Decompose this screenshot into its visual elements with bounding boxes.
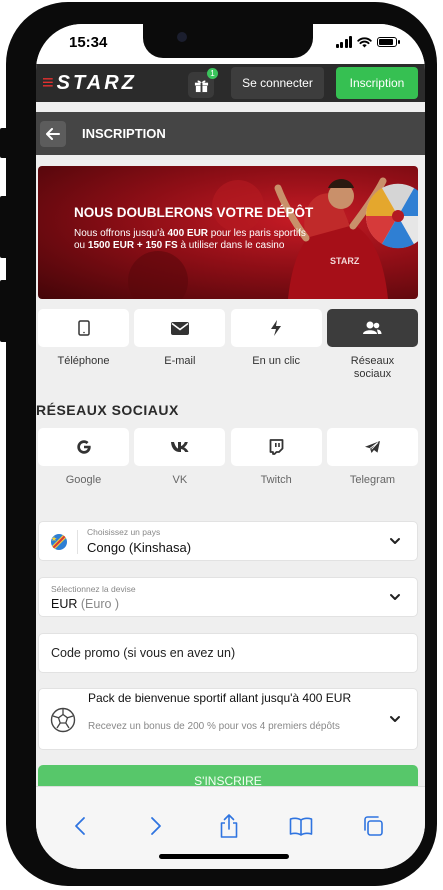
- chevron-down-icon: [390, 716, 400, 722]
- method-social-button[interactable]: [326, 309, 418, 347]
- gift-icon: [194, 80, 208, 92]
- registration-methods: Téléphone E-mail En un clic Réseaux soci…: [38, 309, 418, 381]
- share-icon[interactable]: [216, 813, 242, 839]
- twitch-button[interactable]: [230, 428, 322, 466]
- social-google: Google: [38, 428, 129, 486]
- promo-code-placeholder: Code promo (si vous en avez un): [51, 646, 236, 660]
- promo-code-input[interactable]: Code promo (si vous en avez un): [38, 633, 418, 673]
- svg-text:STARZ: STARZ: [330, 256, 360, 266]
- country-value: Congo (Kinshasa): [87, 540, 192, 555]
- status-time: 15:34: [69, 34, 108, 51]
- page-title: INSCRIPTION: [82, 126, 166, 141]
- method-oneclick-button[interactable]: [230, 309, 322, 347]
- method-oneclick: En un clic: [230, 309, 322, 381]
- users-icon: [363, 321, 382, 334]
- register-button[interactable]: Inscription: [336, 67, 418, 99]
- browser-toolbar: [36, 786, 425, 869]
- vk-button[interactable]: [134, 428, 226, 466]
- google-icon: [76, 440, 91, 454]
- battery-icon: [377, 37, 400, 47]
- method-phone-button[interactable]: [38, 309, 129, 347]
- chevron-down-icon: [390, 594, 400, 600]
- social-vk: VK: [134, 428, 226, 486]
- bonus-select[interactable]: Pack de bienvenue sportif allant jusqu'à…: [38, 688, 418, 750]
- bonus-description: Recevez un bonus de 200 % pour vos 4 pre…: [88, 721, 340, 732]
- lightning-icon: [271, 320, 282, 336]
- bookmarks-icon[interactable]: [288, 813, 314, 839]
- social-telegram: Telegram: [326, 428, 418, 486]
- drc-flag-icon: [51, 534, 67, 550]
- back-arrow-icon[interactable]: [68, 813, 94, 839]
- social-section-title: RÉSEAUX SOCIAUX: [36, 402, 179, 418]
- social-networks: Google VK Twitch Telegram: [38, 428, 418, 486]
- forward-arrow-icon[interactable]: [142, 813, 168, 839]
- arrow-left-icon: [46, 128, 60, 140]
- camera-notch: [143, 24, 313, 58]
- football-icon: [50, 707, 76, 733]
- status-icons: [335, 36, 400, 48]
- method-email-label: E-mail: [164, 355, 196, 367]
- google-label: Google: [65, 474, 102, 486]
- promo-banner[interactable]: STARZ NOUS DOUBLERONS VOTRE DÉPÔT Nous o…: [38, 166, 418, 299]
- site-header: ≡STARZ 1 Se connecter Inscription: [36, 64, 425, 102]
- wifi-icon: [357, 36, 372, 47]
- gift-badge: 1: [207, 68, 218, 79]
- vk-label: VK: [172, 474, 188, 486]
- banner-description: Nous offrons jusqu'à 400 EUR pour les pa…: [74, 228, 306, 251]
- volume-up-button: [0, 196, 8, 258]
- phone-screen: 15:34 ≡STARZ 1 Se connecter Inscription …: [36, 24, 425, 869]
- tabs-icon[interactable]: [360, 813, 386, 839]
- phone-frame: 15:34 ≡STARZ 1 Se connecter Inscription …: [0, 2, 437, 886]
- chevron-down-icon: [390, 538, 400, 544]
- country-label: Choisissez un pays: [87, 527, 161, 537]
- envelope-icon: [170, 321, 189, 335]
- silent-switch: [0, 128, 8, 158]
- currency-value: EUR (Euro ): [51, 597, 120, 611]
- flag-divider: [77, 530, 78, 554]
- method-phone-label: Téléphone: [57, 355, 110, 367]
- cellular-signal-icon: [335, 36, 352, 48]
- phone-icon: [77, 320, 90, 336]
- twitch-icon: [269, 439, 284, 455]
- camera-lens: [177, 32, 187, 42]
- currency-select[interactable]: Sélectionnez la devise EUR (Euro ): [38, 577, 418, 617]
- gift-button[interactable]: 1: [188, 68, 218, 98]
- home-indicator[interactable]: [159, 854, 289, 859]
- twitch-label: Twitch: [260, 474, 292, 486]
- method-email-button[interactable]: [134, 309, 226, 347]
- vk-icon: [170, 442, 189, 452]
- telegram-label: Telegram: [349, 474, 396, 486]
- back-button[interactable]: [40, 121, 66, 147]
- google-button[interactable]: [38, 428, 129, 466]
- social-twitch: Twitch: [230, 428, 322, 486]
- banner-title: NOUS DOUBLERONS VOTRE DÉPÔT: [74, 205, 314, 220]
- method-social: Réseaux sociaux: [326, 309, 418, 381]
- country-select[interactable]: Choisissez un pays Congo (Kinshasa): [38, 521, 418, 561]
- volume-down-button: [0, 280, 8, 342]
- method-social-label: Réseaux sociaux: [350, 355, 395, 380]
- method-email: E-mail: [134, 309, 226, 381]
- bonus-title: Pack de bienvenue sportif allant jusqu'à…: [88, 691, 352, 705]
- method-phone: Téléphone: [38, 309, 129, 381]
- login-button[interactable]: Se connecter: [231, 67, 324, 99]
- starz-logo[interactable]: ≡STARZ: [42, 72, 137, 95]
- telegram-button[interactable]: [326, 428, 418, 466]
- page-header: INSCRIPTION: [36, 112, 425, 155]
- currency-label: Sélectionnez la devise: [51, 584, 136, 594]
- telegram-icon: [364, 441, 380, 453]
- method-oneclick-label: En un clic: [252, 355, 300, 367]
